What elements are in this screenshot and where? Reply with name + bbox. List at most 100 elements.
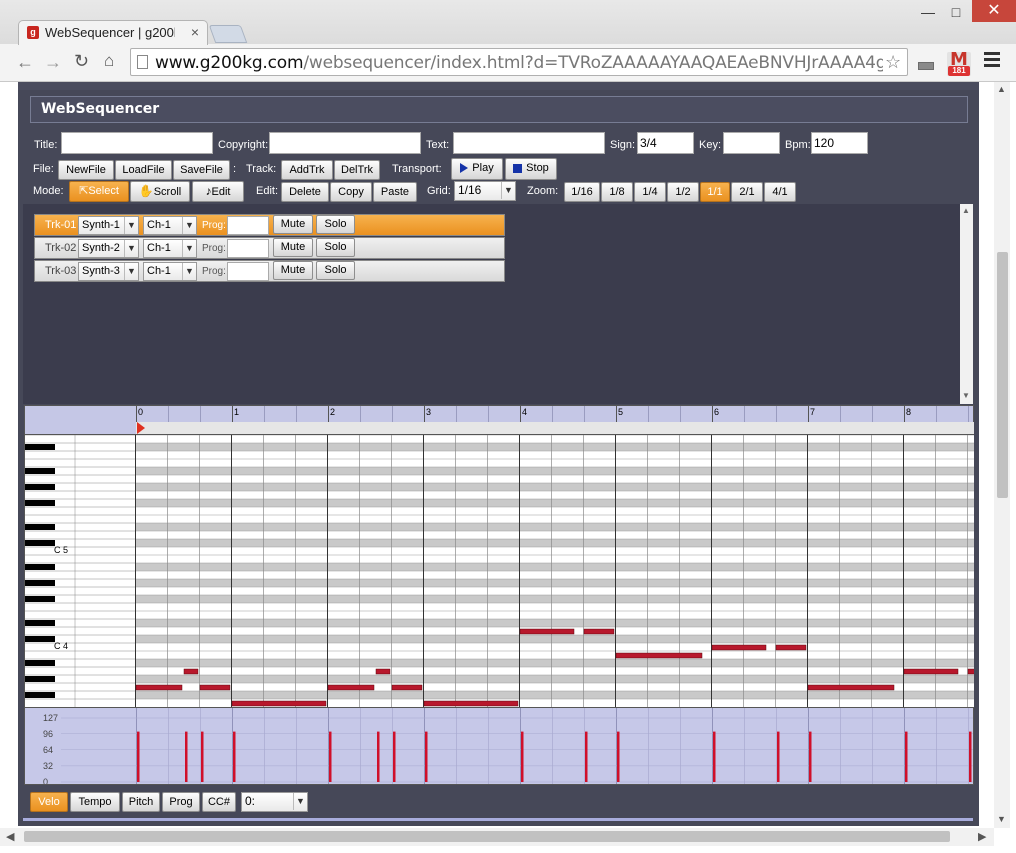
track-name: Trk-01	[45, 219, 77, 231]
newfile-button[interactable]: NewFile	[58, 160, 114, 180]
key-input[interactable]	[723, 132, 780, 154]
page-horizontal-scrollbar[interactable]: ◀ ▶	[0, 828, 994, 846]
track-list-scrollbar[interactable]: ▲ ▼	[960, 204, 973, 404]
mute-button[interactable]: Mute	[273, 215, 313, 234]
chevron-down-icon[interactable]: ▼	[962, 391, 970, 400]
solo-button[interactable]: Solo	[316, 238, 355, 257]
addtrk-button[interactable]: AddTrk	[281, 160, 333, 180]
address-bar[interactable]: www.g200kg.com/websequencer/index.html?d…	[130, 48, 908, 76]
zoom-1-4-button[interactable]: 1/4	[634, 182, 666, 202]
chrome-menu-icon[interactable]	[984, 52, 1000, 70]
zoom-1-8-button[interactable]: 1/8	[601, 182, 633, 202]
velocity-lane[interactable]: 127 96 64 32 0	[24, 707, 974, 785]
chevron-down-icon: ▼	[501, 182, 515, 199]
vertical-scroll-thumb[interactable]	[997, 252, 1008, 498]
tab-velo[interactable]: Velo	[30, 792, 68, 812]
tab-tempo[interactable]: Tempo	[70, 792, 120, 812]
track-row-3[interactable]: Trk-03 Synth-3 ▼ Ch-1 ▼ Prog: Mute Solo	[34, 260, 505, 282]
solo-button[interactable]: Solo	[316, 215, 355, 234]
horizontal-scroll-thumb[interactable]	[24, 831, 950, 842]
url-text[interactable]: www.g200kg.com/websequencer/index.html?d…	[155, 53, 883, 73]
velocity-bar	[201, 731, 204, 782]
new-tab-button[interactable]	[208, 25, 248, 43]
page-vertical-scrollbar[interactable]: ▲ ▼	[994, 82, 1010, 828]
loadfile-button[interactable]: LoadFile	[115, 160, 172, 180]
tab-prog[interactable]: Prog	[162, 792, 200, 812]
bpm-input[interactable]: 120	[811, 132, 868, 154]
grid-row	[135, 619, 974, 627]
select-mode-button[interactable]: ⇱Select	[69, 181, 129, 202]
black-key	[25, 540, 55, 546]
black-key	[25, 580, 55, 586]
prog-input[interactable]	[227, 239, 269, 258]
copy-button[interactable]: Copy	[330, 182, 372, 202]
measure-ruler[interactable]: 0 1 2 3 4 5 6 7 8	[24, 405, 974, 435]
cc-select[interactable]: 0: ▼	[241, 792, 308, 812]
text-input[interactable]	[453, 132, 605, 154]
back-icon[interactable]: ←	[16, 52, 34, 73]
track-row-1[interactable]: Trk-01 Synth-1 ▼ Ch-1 ▼ Prog: Mute Solo	[34, 214, 505, 236]
measure-tick	[808, 406, 809, 422]
scroll-right-icon[interactable]: ▶	[978, 830, 986, 843]
scroll-left-icon[interactable]: ◀	[6, 830, 14, 843]
sign-input[interactable]: 3/4	[637, 132, 694, 154]
note-block	[967, 668, 974, 675]
zoom-2-1-button[interactable]: 2/1	[731, 182, 763, 202]
chevron-down-icon: ▼	[124, 240, 138, 257]
channel-select[interactable]: Ch-1 ▼	[143, 239, 197, 258]
grid-row	[135, 491, 974, 499]
prog-input[interactable]	[227, 216, 269, 235]
channel-select[interactable]: Ch-1 ▼	[143, 216, 197, 235]
browser-tab[interactable]: g WebSequencer | g200kg ×	[18, 20, 208, 45]
stop-button[interactable]: Stop	[505, 158, 557, 180]
tab-pitch[interactable]: Pitch	[122, 792, 160, 812]
chevron-down-icon: ▼	[182, 263, 196, 280]
play-button[interactable]: Play	[451, 158, 503, 180]
grid-label: Grid:	[427, 185, 451, 197]
synth-select[interactable]: Synth-3 ▼	[78, 262, 139, 281]
zoom-1-1-button[interactable]: 1/1	[700, 182, 730, 202]
track-row-2[interactable]: Trk-02 Synth-2 ▼ Ch-1 ▼ Prog: Mute Solo	[34, 237, 505, 259]
zoom-1-2-button[interactable]: 1/2	[667, 182, 699, 202]
reload-icon[interactable]: ↻	[74, 51, 89, 72]
solo-button[interactable]: Solo	[316, 261, 355, 280]
chevron-up-icon[interactable]: ▲	[962, 206, 970, 215]
forward-icon[interactable]: →	[44, 52, 62, 73]
channel-select[interactable]: Ch-1 ▼	[143, 262, 197, 281]
prog-input[interactable]	[227, 262, 269, 281]
scroll-up-icon[interactable]: ▲	[997, 84, 1006, 94]
tab-cc[interactable]: CC#	[202, 792, 236, 812]
measure-tick	[136, 406, 137, 422]
ruler-marker-strip[interactable]	[136, 422, 974, 434]
paste-button[interactable]: Paste	[373, 182, 417, 202]
deltrk-button[interactable]: DelTrk	[334, 160, 380, 180]
playhead-marker[interactable]	[137, 422, 145, 434]
tab-close-icon[interactable]: ×	[187, 24, 203, 40]
bookmark-star-icon[interactable]: ☆	[885, 52, 901, 73]
note-grid[interactable]	[135, 435, 974, 707]
black-key	[25, 500, 55, 506]
delete-button[interactable]: Delete	[281, 182, 329, 202]
edit-mode-button[interactable]: ♪Edit	[192, 181, 244, 202]
gmail-extension-icon[interactable]: M 181	[947, 51, 971, 76]
piano-keyboard[interactable]: C 5C 4C 3	[24, 435, 135, 707]
mute-button[interactable]: Mute	[273, 238, 313, 257]
extension-icon[interactable]	[918, 62, 934, 70]
window-close-button[interactable]: ✕	[972, 0, 1016, 22]
home-icon[interactable]: ⌂	[104, 51, 114, 71]
scroll-mode-button[interactable]: ✋Scroll	[130, 181, 190, 202]
grid-select[interactable]: 1/16 ▼	[454, 181, 516, 201]
zoom-1-16-button[interactable]: 1/16	[564, 182, 600, 202]
grid-row	[135, 643, 974, 651]
black-key	[25, 620, 55, 626]
synth-select[interactable]: Synth-1 ▼	[78, 216, 139, 235]
title-input[interactable]	[61, 132, 213, 154]
minimize-button[interactable]: —	[914, 2, 942, 22]
mute-button[interactable]: Mute	[273, 261, 313, 280]
maximize-button[interactable]: □	[942, 2, 970, 22]
savefile-button[interactable]: SaveFile	[173, 160, 230, 180]
copyright-input[interactable]	[269, 132, 421, 154]
scroll-down-icon[interactable]: ▼	[997, 814, 1006, 824]
synth-select[interactable]: Synth-2 ▼	[78, 239, 139, 258]
zoom-4-1-button[interactable]: 4/1	[764, 182, 796, 202]
